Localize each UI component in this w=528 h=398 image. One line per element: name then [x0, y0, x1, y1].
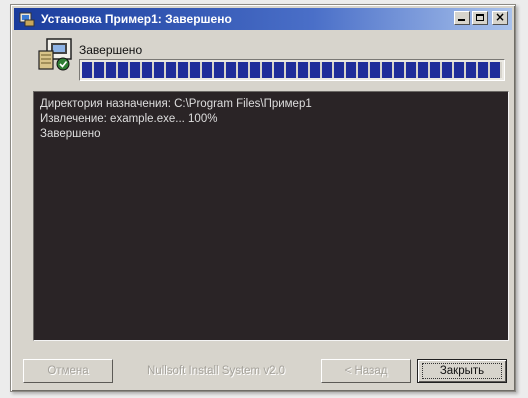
installer-icon	[19, 11, 35, 27]
details-log[interactable]: Директория назначения: C:\Program Files\…	[33, 91, 509, 341]
focus-rect	[422, 363, 502, 379]
footer-bar: Отмена Nullsoft Install System v2.0 < На…	[11, 351, 515, 387]
progress-fill	[82, 62, 502, 78]
minimize-button[interactable]	[454, 11, 470, 25]
close-icon: ×	[494, 10, 506, 24]
maximize-icon	[476, 14, 484, 21]
close-button[interactable]: Закрыть	[417, 359, 507, 383]
minimize-icon	[458, 19, 465, 21]
window-title: Установка Пример1: Завершено	[41, 12, 232, 26]
title-bar[interactable]: Установка Пример1: Завершено ×	[14, 8, 512, 30]
back-button[interactable]: < Назад	[321, 359, 411, 383]
brand-text: Nullsoft Install System v2.0	[147, 365, 286, 377]
log-line: Директория назначения: C:\Program Files\…	[40, 98, 312, 110]
maximize-button[interactable]	[472, 11, 488, 25]
close-window-button[interactable]: ×	[492, 10, 508, 25]
cancel-button[interactable]: Отмена	[23, 359, 113, 383]
progress-bar	[79, 59, 505, 81]
status-label: Завершено	[79, 43, 143, 57]
installer-package-icon	[37, 37, 75, 71]
log-line: Завершено	[40, 128, 101, 140]
log-line: Извлечение: example.exe... 100%	[40, 113, 218, 125]
installer-window: Установка Пример1: Завершено × Завершено	[10, 4, 516, 392]
